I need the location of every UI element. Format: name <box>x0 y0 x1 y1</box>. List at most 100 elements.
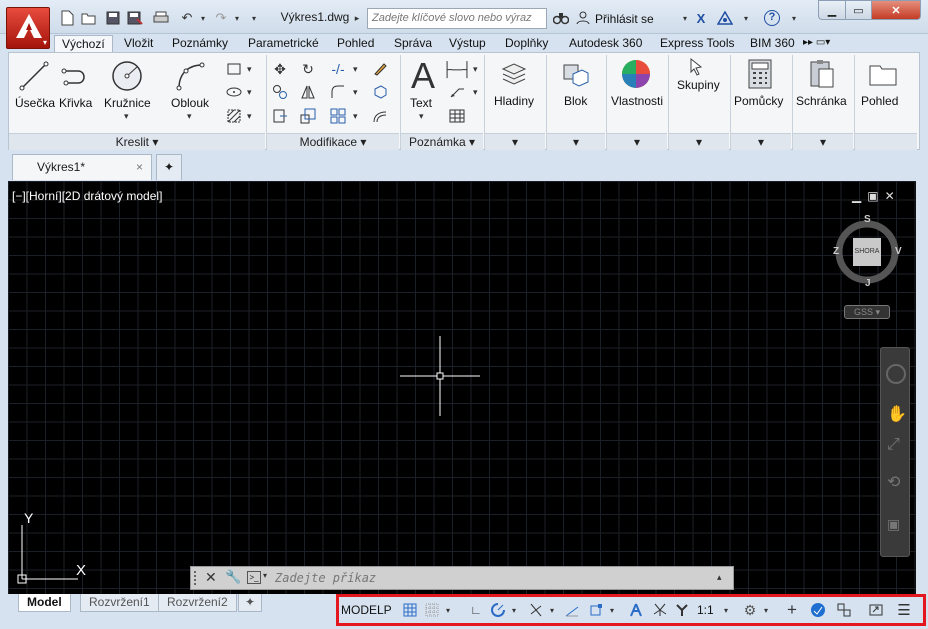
clipboard-panel-dropdown[interactable]: ▾ <box>793 133 853 150</box>
trim-icon[interactable]: -/- <box>329 60 347 78</box>
text-label[interactable]: Text <box>410 96 432 110</box>
hatch-dropdown-icon[interactable]: ▾ <box>247 111 252 122</box>
new-layout-button[interactable]: ✦ <box>238 594 263 612</box>
annotation-panel-title[interactable]: Poznámka ▾ <box>401 133 483 150</box>
save-as-icon[interactable] <box>126 9 144 27</box>
print-icon[interactable] <box>152 9 170 27</box>
utilities-label[interactable]: Pomůcky <box>734 94 783 108</box>
circle-dropdown-icon[interactable]: ▾ <box>124 111 129 122</box>
text-icon[interactable]: A <box>406 55 440 96</box>
mirror-icon[interactable] <box>299 83 317 101</box>
circle-icon[interactable] <box>110 59 144 93</box>
text-dropdown-icon[interactable]: ▾ <box>419 111 424 122</box>
fillet-icon[interactable] <box>329 83 347 101</box>
viewport-controls-label[interactable]: [−][Horní][2D drátový model] <box>12 189 162 203</box>
autodesk-dropdown-icon[interactable]: ▾ <box>737 9 755 27</box>
layers-label[interactable]: Hladiny <box>494 94 534 108</box>
copy-icon[interactable] <box>271 83 289 101</box>
pan-hand-icon[interactable]: ✋ <box>887 404 907 424</box>
user-icon[interactable] <box>574 9 592 27</box>
groups-label[interactable]: Skupiny <box>677 78 720 92</box>
grid-icon[interactable] <box>401 601 419 619</box>
undo-dropdown-icon[interactable]: ▾ <box>194 9 212 27</box>
modify-panel-title[interactable]: Modifikace ▾ <box>267 133 399 150</box>
dimension-icon[interactable]: ├─┤ <box>442 60 472 78</box>
groups-panel-dropdown[interactable]: ▾ <box>669 133 729 150</box>
offset-icon[interactable] <box>371 107 389 125</box>
tab-vlozit[interactable]: Vložit <box>124 35 153 53</box>
compass-west[interactable]: Z <box>833 246 839 257</box>
layers-icon[interactable] <box>497 57 531 91</box>
title-dropdown-icon[interactable]: ▸ <box>348 9 366 27</box>
binoculars-icon[interactable] <box>552 9 570 27</box>
properties-panel-dropdown[interactable]: ▾ <box>607 133 667 150</box>
command-history-icon[interactable]: ▴ <box>717 572 722 583</box>
compass-east[interactable]: V <box>895 246 902 257</box>
object-snap-dropdown-icon[interactable]: ▾ <box>607 601 617 619</box>
polar-tracking-icon[interactable] <box>489 601 507 619</box>
new-icon[interactable] <box>58 9 76 27</box>
tab-parametricke[interactable]: Parametrické <box>248 35 319 53</box>
tab-express-tools[interactable]: Express Tools <box>660 35 734 53</box>
model-paper-toggle[interactable]: MODELP <box>341 601 392 619</box>
erase-icon[interactable] <box>371 60 389 78</box>
tab-vychozi[interactable]: Výchozí <box>54 35 113 53</box>
ortho-icon[interactable]: ∟ <box>467 601 485 619</box>
snap-dropdown-icon[interactable]: ▾ <box>443 601 453 619</box>
table-icon[interactable] <box>447 107 467 125</box>
move-icon[interactable]: ✥ <box>271 60 289 78</box>
fullscreen-icon[interactable] <box>867 601 885 619</box>
polyline-label[interactable]: Křivka <box>59 96 92 110</box>
orbit-icon[interactable]: ⟲ <box>887 472 900 492</box>
application-menu-button[interactable]: ▾ <box>6 7 50 49</box>
view-panel-dropdown[interactable] <box>855 133 917 150</box>
help-icon[interactable]: ? <box>763 9 781 27</box>
layers-panel-dropdown[interactable]: ▾ <box>485 133 545 150</box>
grip-icon[interactable] <box>194 571 199 585</box>
workspace-gear-icon[interactable]: ⚙ <box>741 601 759 619</box>
ellipse-dropdown-icon[interactable]: ▾ <box>247 87 252 98</box>
compass-north[interactable]: S <box>864 214 871 225</box>
save-icon[interactable] <box>104 9 122 27</box>
block-icon[interactable] <box>558 57 592 91</box>
isodraft-dropdown-icon[interactable]: ▾ <box>547 601 557 619</box>
zoom-extents-icon[interactable]: ⤢ <box>887 436 900 454</box>
line-label[interactable]: Úsečka <box>15 96 55 110</box>
compass-south[interactable]: J <box>865 278 871 289</box>
search-input[interactable]: Zadejte klíčové slovo nebo výraz <box>367 8 547 29</box>
draw-panel-title[interactable]: Kreslit ▾ <box>9 133 265 150</box>
close-command-line-icon[interactable]: ✕ <box>205 569 217 586</box>
hatch-icon[interactable] <box>225 107 243 125</box>
open-icon[interactable] <box>80 9 98 27</box>
trim-dropdown-icon[interactable]: ▾ <box>353 64 358 75</box>
polar-dropdown-icon[interactable]: ▾ <box>509 601 519 619</box>
showmotion-icon[interactable]: ▣ <box>887 516 900 533</box>
signin-link[interactable]: Přihlásit se <box>595 12 654 26</box>
clipboard-icon[interactable] <box>805 57 839 91</box>
ucs-menu-button[interactable]: GSS ▾ <box>844 305 890 319</box>
arc-label[interactable]: Oblouk <box>171 96 209 110</box>
rectangle-icon[interactable] <box>225 60 243 78</box>
utilities-panel-dropdown[interactable]: ▾ <box>731 133 791 150</box>
tab-pohled[interactable]: Pohled <box>337 35 374 53</box>
annotation-scale-icon[interactable] <box>673 601 691 619</box>
array-icon[interactable] <box>329 107 347 125</box>
layout-tab-rozvrzeni2[interactable]: Rozvržení2 <box>158 594 237 612</box>
ellipse-icon[interactable] <box>225 83 243 101</box>
snap-icon[interactable] <box>423 601 441 619</box>
command-prompt-icon[interactable]: >_ <box>247 571 261 584</box>
tab-sprava[interactable]: Správa <box>394 35 432 53</box>
leader-icon[interactable] <box>447 83 467 101</box>
recent-commands-icon[interactable]: ▾ <box>263 571 267 580</box>
redo-dropdown-icon[interactable]: ▾ <box>228 9 246 27</box>
calculator-icon[interactable] <box>743 57 777 91</box>
help-dropdown-icon[interactable]: ▾ <box>785 9 803 27</box>
command-input[interactable]: Zadejte příkaz <box>275 569 715 589</box>
hardware-acceleration-icon[interactable] <box>835 601 853 619</box>
annotation-scale-value[interactable]: 1:1 <box>697 601 714 619</box>
rotate-icon[interactable]: ↻ <box>299 60 317 78</box>
arc-dropdown-icon[interactable]: ▾ <box>187 111 192 122</box>
tab-poznamky[interactable]: Poznámky <box>172 35 228 53</box>
isolate-objects-icon[interactable] <box>809 601 827 619</box>
fillet-dropdown-icon[interactable]: ▾ <box>353 87 358 98</box>
